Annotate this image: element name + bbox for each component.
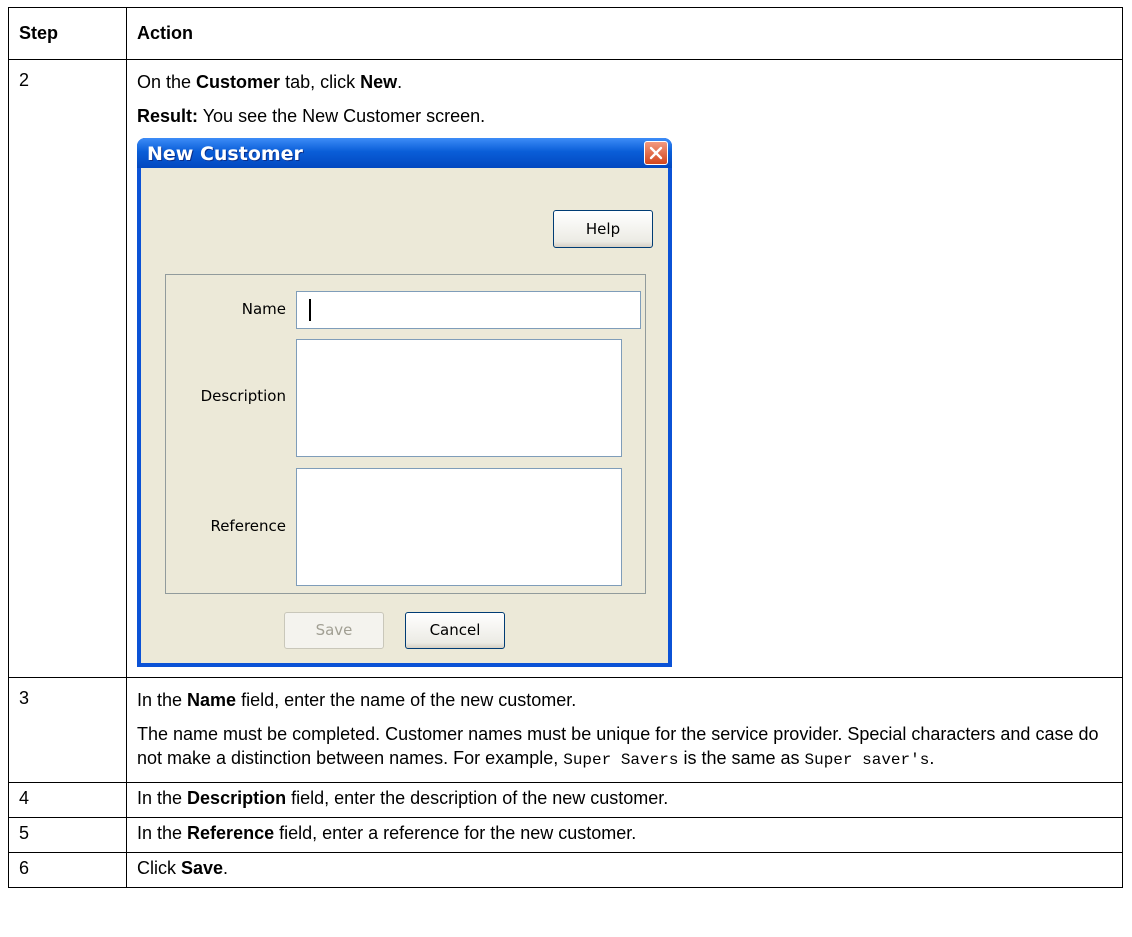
table-row: 2 On the Customer tab, click New. Result… (8, 59, 1123, 678)
close-button[interactable] (644, 141, 668, 165)
description-label: Description (200, 387, 286, 405)
step-number: 4 (8, 782, 127, 818)
customer-fields-group: Name Description Reference (165, 274, 646, 594)
cancel-button[interactable]: Cancel (405, 612, 505, 649)
ui-term: Reference (187, 823, 275, 843)
code-example: Super saver's (804, 751, 930, 769)
text-span: is the same as (678, 748, 805, 768)
text-span: In the (137, 823, 188, 843)
result-text: Result: You see the New Customer screen. (137, 104, 1112, 128)
help-button[interactable]: Help (553, 210, 653, 248)
text-span: In the (137, 788, 188, 808)
table-row: 3 In the Name field, enter the name of t… (8, 677, 1123, 783)
text-span: You see the New Customer screen. (198, 106, 486, 126)
code-example: Super Savers (563, 751, 679, 769)
text-span: field, enter a reference for the new cus… (274, 823, 637, 843)
table-row: 6 Click Save. (8, 852, 1123, 888)
text-span: . (223, 858, 229, 878)
text-span: tab, click (280, 72, 361, 92)
action-column-header: Action (126, 7, 1123, 60)
text-span: Click (137, 858, 181, 878)
dialog-titlebar[interactable]: New Customer (137, 138, 672, 168)
name-label: Name (241, 300, 286, 318)
ui-term: New (360, 72, 398, 92)
description-input[interactable] (296, 339, 622, 457)
text-span: In the (137, 690, 188, 710)
ui-term: Description (187, 788, 287, 808)
step-number: 5 (8, 817, 127, 853)
text-span: . (397, 72, 403, 92)
save-button[interactable]: Save (284, 612, 384, 649)
ui-term: Name (187, 690, 237, 710)
text-span: . (929, 748, 935, 768)
steps-table: Step Action 2 On the Customer tab, click… (8, 7, 1123, 888)
dialog-body: Help Name Description Reference Save Can… (141, 168, 668, 663)
action-cell: In the Description field, enter the desc… (126, 782, 1123, 818)
action-cell: Click Save. (126, 852, 1123, 888)
dialog-title: New Customer (147, 143, 303, 165)
action-cell: On the Customer tab, click New. Result: … (126, 59, 1123, 678)
text-span: On the (137, 72, 197, 92)
action-cell: In the Name field, enter the name of the… (126, 677, 1123, 783)
close-x-icon (649, 146, 663, 160)
action-cell: In the Reference field, enter a referenc… (126, 817, 1123, 853)
table-row: 5 In the Reference field, enter a refere… (8, 817, 1123, 853)
text-caret (309, 299, 311, 321)
reference-label: Reference (210, 517, 286, 535)
table-header-row: Step Action (8, 7, 1123, 60)
reference-input[interactable] (296, 468, 622, 586)
step-number: 6 (8, 852, 127, 888)
new-customer-dialog: New Customer Help Name Description Refer… (137, 138, 672, 667)
text-span: field, enter the description of the new … (286, 788, 669, 808)
result-label: Result: (137, 106, 199, 126)
instruction-text: On the Customer tab, click New. (137, 70, 1112, 94)
step-number: 2 (8, 59, 127, 678)
text-span: field, enter the name of the new custome… (236, 690, 577, 710)
step-number: 3 (8, 677, 127, 783)
name-input[interactable] (296, 291, 641, 329)
ui-term: Save (181, 858, 224, 878)
note-text: The name must be completed. Customer nam… (137, 722, 1112, 772)
step-column-header: Step (8, 7, 127, 60)
ui-term: Customer (196, 72, 281, 92)
instruction-text: In the Name field, enter the name of the… (137, 688, 1112, 712)
table-row: 4 In the Description field, enter the de… (8, 782, 1123, 818)
